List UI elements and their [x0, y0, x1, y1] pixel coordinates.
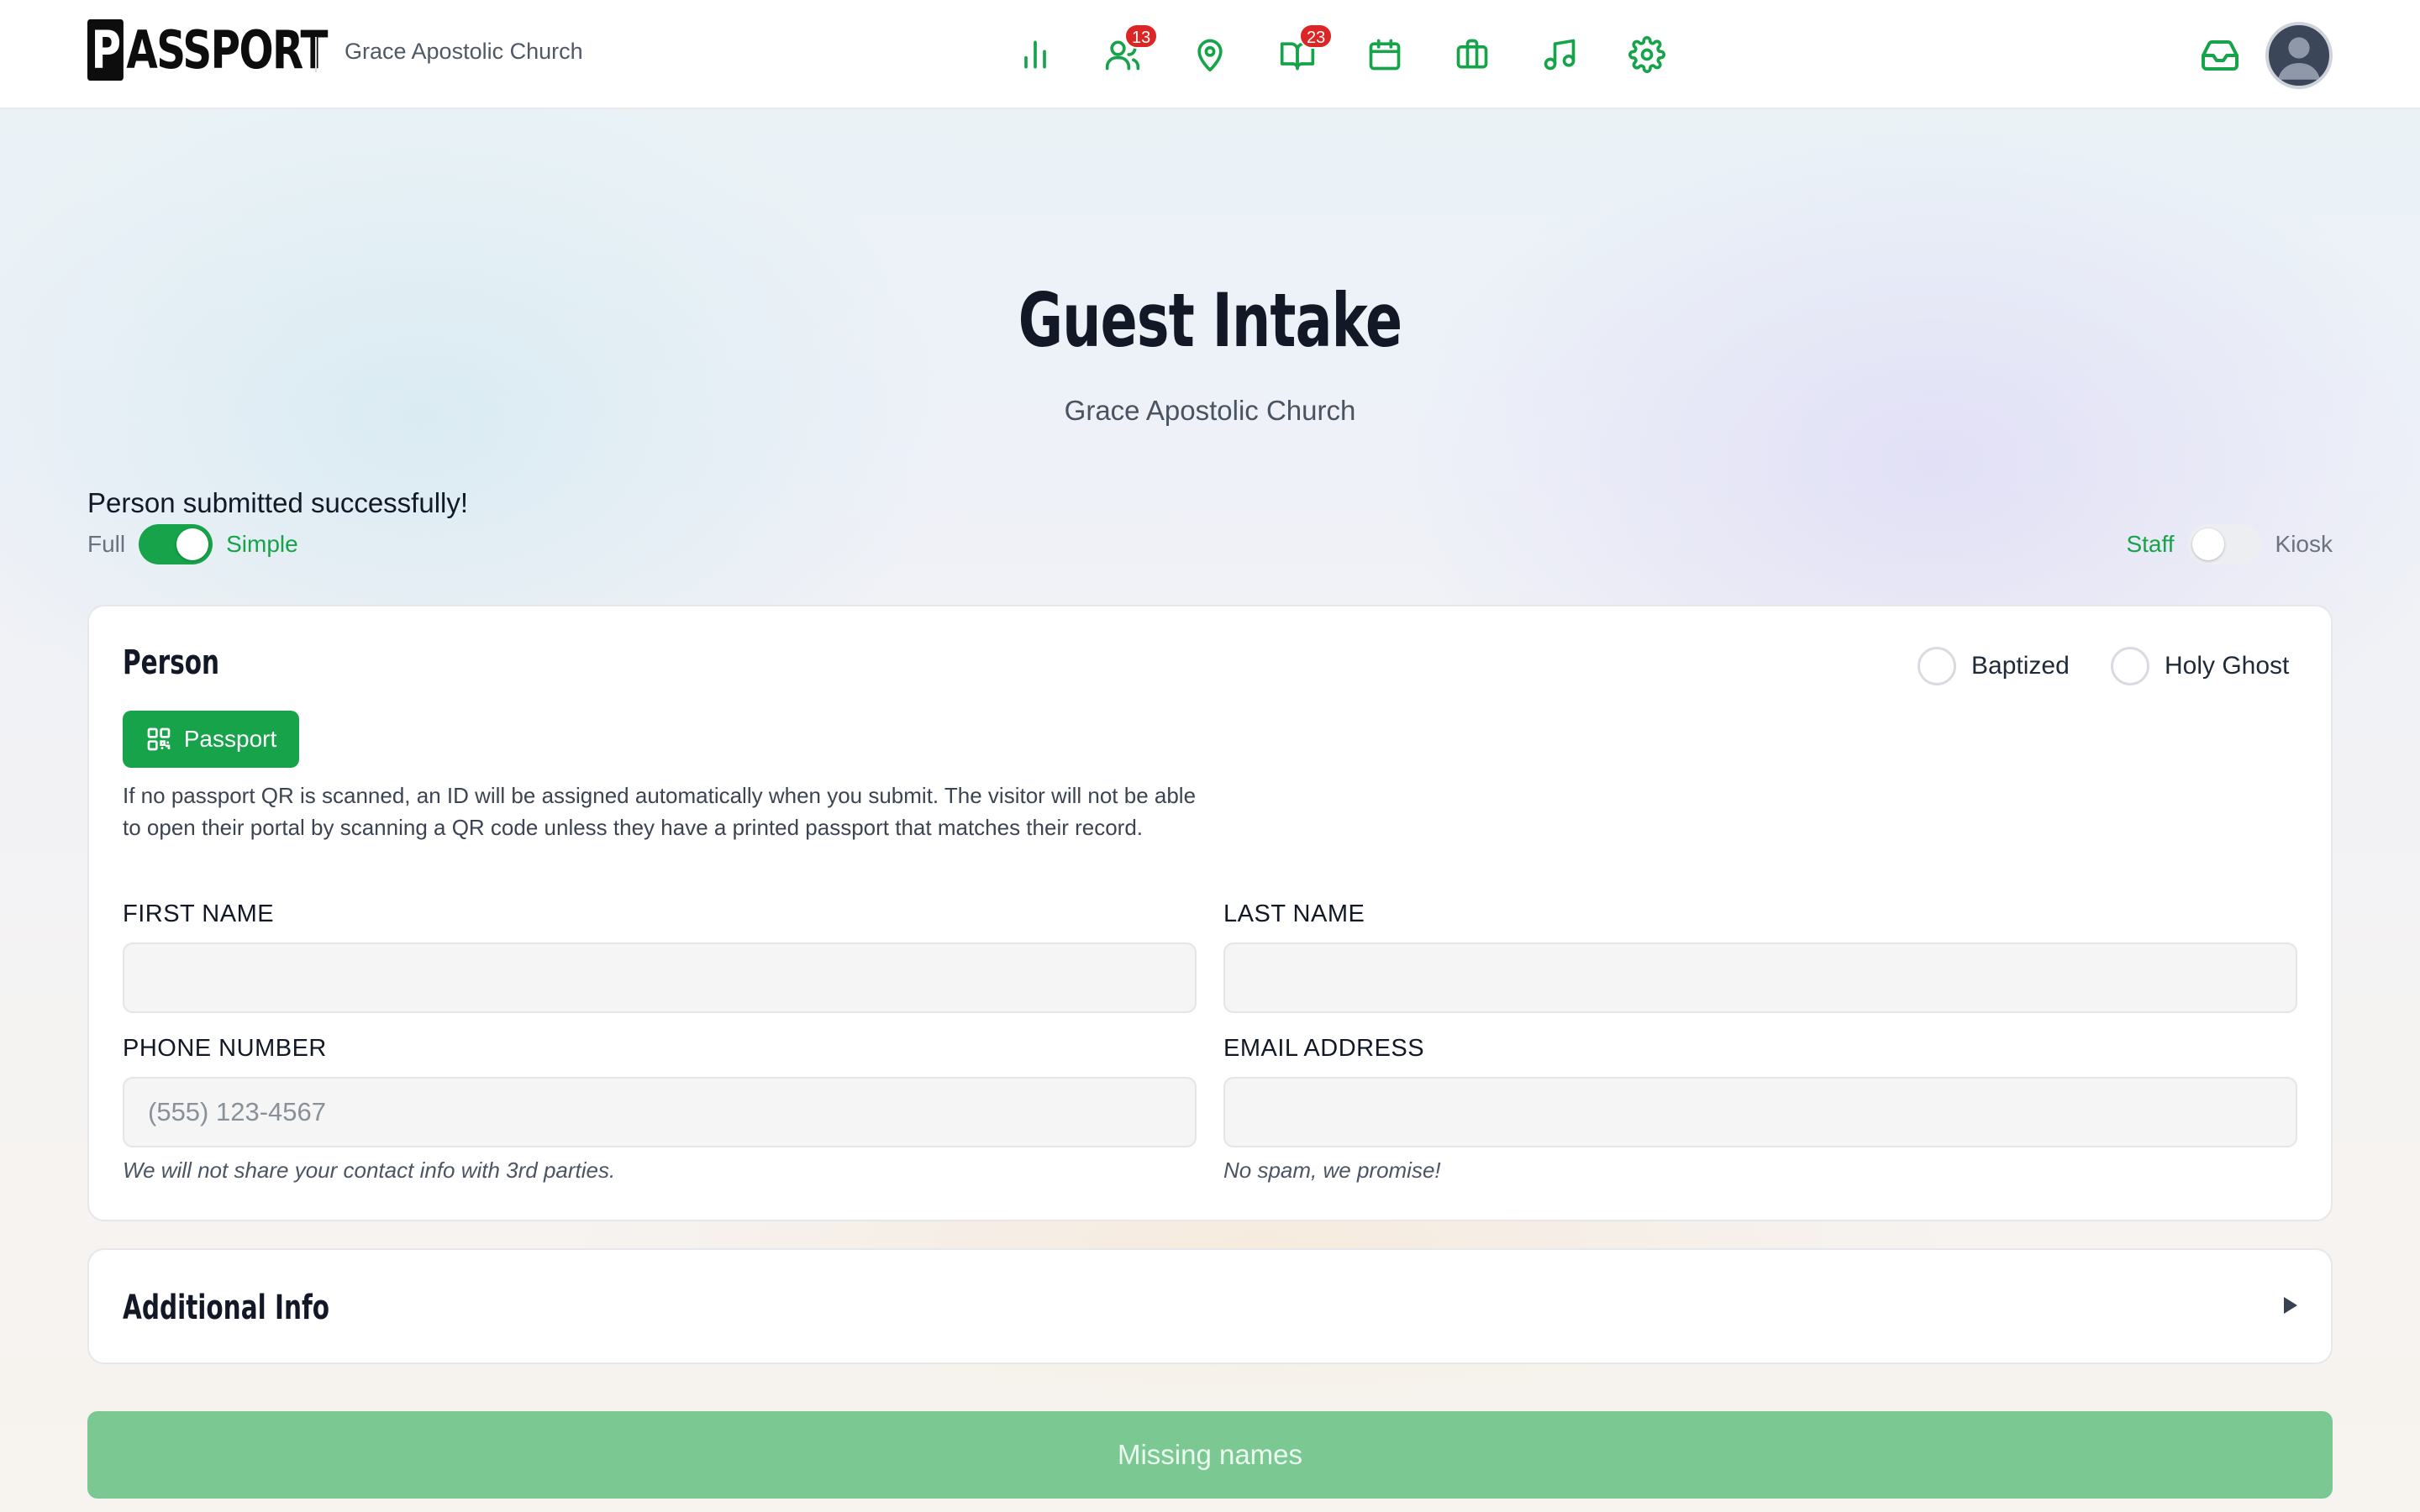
holy-ghost-option[interactable]: Holy Ghost [2111, 647, 2289, 685]
nav-locations[interactable] [1166, 25, 1254, 84]
user-silhouette-icon [2277, 37, 2321, 80]
phone-input[interactable] [123, 1077, 1197, 1147]
passport-logo[interactable]: P ASSPORT [87, 18, 329, 81]
music-note-icon [1544, 39, 1576, 71]
nav-people[interactable]: 13 [1079, 24, 1166, 84]
last-name-label: LAST NAME [1223, 900, 1365, 927]
first-name-label: FIRST NAME [123, 900, 275, 927]
holy-ghost-radio[interactable] [2111, 647, 2149, 685]
expand-chevron-icon [2284, 1297, 2297, 1314]
mode-switch[interactable] [139, 524, 213, 564]
view-toggle: Staff Kiosk [2126, 522, 2333, 566]
email-help-text: No spam, we promise! [1223, 1158, 1441, 1183]
baptized-option[interactable]: Baptized [1918, 647, 2070, 685]
scan-passport-button[interactable]: Passport [123, 711, 299, 768]
logo-text: ASSPORT [126, 18, 328, 81]
book-badge: 23 [1299, 24, 1334, 49]
person-card: Person Baptized Holy Ghost Passport If n… [87, 605, 2333, 1221]
page-subtitle: Grace Apostolic Church [1064, 395, 1356, 426]
email-label: EMAIL ADDRESS [1223, 1035, 1425, 1062]
mode-toggle: Full Simple [87, 522, 298, 566]
bar-chart-icon [1024, 40, 1046, 69]
nav-bible-study[interactable]: 23 [1254, 24, 1341, 84]
passport-info-text: If no passport QR is scanned, an ID will… [123, 783, 1197, 840]
main-nav: 13 23 [992, 24, 1691, 84]
logo-p-mark: P [87, 18, 124, 81]
map-pin-icon [1197, 39, 1223, 72]
inbox-icon [2202, 40, 2238, 71]
phone-label: PHONE NUMBER [123, 1035, 327, 1062]
passport-button-label: Passport [183, 726, 277, 752]
view-switch[interactable] [2187, 524, 2262, 564]
holy-ghost-label: Holy Ghost [2165, 652, 2290, 680]
people-badge: 13 [1124, 24, 1159, 49]
gear-icon [1628, 36, 1665, 73]
qr-code-icon [147, 727, 171, 751]
page-title: Guest Intake [1018, 277, 1402, 364]
view-kiosk-label[interactable]: Kiosk [2275, 531, 2333, 558]
mode-switch-knob [176, 528, 209, 560]
email-input[interactable] [1223, 1077, 2297, 1147]
inbox-button[interactable] [2200, 35, 2240, 76]
success-message: Person submitted successfully! [87, 487, 469, 518]
calendar-icon [1369, 39, 1401, 71]
additional-info-title: Additional Info [123, 1289, 330, 1327]
mode-full-label[interactable]: Full [87, 531, 125, 558]
nav-ministries[interactable] [1428, 25, 1516, 84]
additional-info-card[interactable]: Additional Info [87, 1248, 2333, 1364]
nav-calendar[interactable] [1341, 25, 1428, 84]
submit-button[interactable]: Missing names [87, 1411, 2333, 1499]
person-card-title: Person [123, 643, 220, 682]
first-name-input[interactable] [123, 942, 1197, 1013]
church-name: Grace Apostolic Church [345, 39, 583, 64]
nav-settings[interactable] [1603, 25, 1691, 84]
top-navigation-bar: P ASSPORT Grace Apostolic Church 13 23 [0, 0, 2420, 109]
user-avatar[interactable] [2265, 22, 2333, 89]
logo-divider [315, 37, 317, 72]
nav-reports[interactable] [992, 25, 1079, 84]
mode-simple-label[interactable]: Simple [226, 531, 298, 558]
last-name-input[interactable] [1223, 942, 2297, 1013]
nav-music[interactable] [1516, 25, 1603, 84]
baptized-radio[interactable] [1918, 647, 1956, 685]
briefcase-icon [1456, 39, 1488, 69]
baptized-label: Baptized [1971, 652, 2070, 680]
view-staff-label[interactable]: Staff [2126, 531, 2174, 558]
phone-help-text: We will not share your contact info with… [123, 1158, 616, 1183]
view-switch-knob [2191, 528, 2224, 560]
